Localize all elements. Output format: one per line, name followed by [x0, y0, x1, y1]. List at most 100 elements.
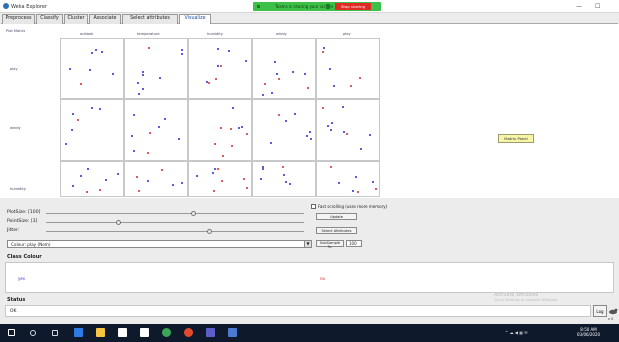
- matrix-cell-humidity-outlook[interactable]: [60, 161, 124, 197]
- scatter-point: [157, 125, 160, 128]
- scatter-point: [211, 172, 214, 175]
- log-button[interactable]: Log: [593, 305, 607, 317]
- colour-attribute-select[interactable]: Colour: play (Nom) ▼: [7, 240, 312, 248]
- share-pause-icon[interactable]: [326, 4, 330, 9]
- windows-start-icon[interactable]: [8, 329, 15, 336]
- office-icon[interactable]: [184, 328, 193, 337]
- scatter-point: [130, 135, 133, 138]
- matrix-panel-button[interactable]: Matrix Panel: [498, 134, 534, 143]
- tab-visualize[interactable]: Visualize: [179, 14, 211, 24]
- chrome-icon[interactable]: [162, 328, 171, 337]
- matrix-cell-humidity-windy[interactable]: [252, 161, 316, 197]
- scatter-point: [171, 184, 174, 187]
- matrix-cell-play-outlook[interactable]: [60, 38, 124, 99]
- scatter-point: [293, 112, 296, 115]
- scatter-point: [291, 71, 294, 74]
- plot-matrix-panel: Plot Matrix outlook temperature humidity…: [0, 24, 619, 222]
- edge-browser-icon[interactable]: [74, 328, 83, 337]
- scatter-point: [229, 127, 232, 130]
- store-icon[interactable]: [118, 328, 127, 337]
- matrix-cell-windy-outlook[interactable]: [60, 99, 124, 161]
- scatter-point: [330, 166, 333, 169]
- file-explorer-icon[interactable]: [96, 328, 105, 337]
- tab-preprocess[interactable]: Preprocess: [2, 14, 35, 24]
- scatter-point: [112, 73, 115, 76]
- matrix-cell-play-temperature[interactable]: [124, 38, 188, 99]
- tab-associate[interactable]: Associate: [89, 14, 121, 24]
- scatter-point: [333, 85, 336, 88]
- column-label-outlook: outlook: [80, 32, 94, 36]
- scatter-point: [285, 180, 288, 183]
- weka-icon[interactable]: [228, 328, 237, 337]
- taskbar: ^ ☁ ◀ ▦ ✉ 8:50 AM 03/06/2020: [0, 324, 619, 342]
- scatter-point: [72, 184, 75, 187]
- matrix-cell-windy-humidity[interactable]: [188, 99, 252, 161]
- minimize-icon[interactable]: —: [576, 3, 582, 10]
- matrix-cell-windy-windy[interactable]: [252, 99, 316, 161]
- system-tray-icons[interactable]: ^ ☁ ◀ ▦ ✉: [505, 330, 528, 335]
- scatter-point: [117, 173, 120, 176]
- tab-cluster[interactable]: Cluster: [64, 14, 88, 24]
- matrix-cell-play-play[interactable]: [316, 38, 380, 99]
- scatter-point: [91, 107, 94, 110]
- mail-icon[interactable]: [140, 328, 149, 337]
- matrix-cell-windy-temperature[interactable]: [124, 99, 188, 161]
- scatter-point: [147, 152, 150, 155]
- class-colour-yes[interactable]: yes: [18, 276, 25, 281]
- scatter-point: [98, 108, 101, 111]
- scatter-point: [137, 189, 140, 192]
- scatter-point: [101, 51, 104, 54]
- scatter-point: [213, 189, 216, 192]
- scatter-point: [322, 107, 325, 110]
- maximize-icon[interactable]: ☐: [595, 3, 600, 10]
- search-icon[interactable]: [30, 330, 36, 336]
- scatter-point: [230, 144, 233, 147]
- matrix-cell-windy-play[interactable]: [316, 99, 380, 161]
- scatter-point: [213, 168, 216, 171]
- scatter-point: [322, 50, 325, 53]
- scatter-point: [70, 128, 73, 131]
- column-label-windy: windy: [276, 32, 287, 36]
- scatter-point: [369, 133, 372, 136]
- subsample-input[interactable]: 100: [346, 240, 362, 247]
- colour-select-value: Colour: play (Nom): [11, 242, 51, 247]
- scatter-point: [330, 121, 333, 124]
- scatter-point: [104, 178, 107, 181]
- scatter-point: [372, 181, 375, 184]
- tab-select-attributes[interactable]: Select attributes: [122, 14, 178, 24]
- chevron-down-icon[interactable]: ▼: [304, 241, 311, 247]
- scatter-point: [259, 178, 262, 181]
- scatter-point: [141, 73, 144, 76]
- status-title: Status: [7, 297, 26, 303]
- matrix-cell-humidity-play[interactable]: [316, 161, 380, 197]
- jitter-slider[interactable]: [206, 229, 212, 234]
- scatter-point: [181, 49, 184, 52]
- column-label-humidity: humidity: [207, 32, 223, 36]
- scatter-point: [262, 168, 265, 171]
- taskbar-clock[interactable]: 8:50 AM 03/06/2020: [577, 327, 600, 337]
- teams-icon[interactable]: [206, 328, 215, 337]
- scatter-point: [91, 51, 94, 54]
- stop-sharing-button[interactable]: Stop sharing: [335, 3, 371, 10]
- update-button[interactable]: Update: [316, 213, 357, 220]
- matrix-cell-humidity-temperature[interactable]: [124, 161, 188, 197]
- scatter-point: [360, 148, 363, 151]
- status-text: OK: [10, 309, 17, 314]
- scatter-point: [77, 119, 80, 122]
- matrix-cell-humidity-humidity[interactable]: [188, 161, 252, 197]
- scatter-point: [342, 130, 345, 133]
- matrix-title: Plot Matrix: [6, 29, 26, 33]
- scatter-point: [217, 47, 220, 50]
- matrix-cell-play-humidity[interactable]: [188, 38, 252, 99]
- scatter-point: [326, 125, 329, 128]
- scatter-point: [308, 130, 311, 133]
- tab-classify[interactable]: Classify: [36, 14, 63, 24]
- screen-share-banner: Teams is sharing your screen Stop sharin…: [253, 2, 381, 11]
- class-colour-no[interactable]: no: [320, 276, 325, 281]
- share-indicator-icon: [257, 5, 260, 8]
- fast-scrolling-checkbox[interactable]: [311, 204, 316, 209]
- matrix-cell-play-windy[interactable]: [252, 38, 316, 99]
- task-view-icon[interactable]: [52, 330, 58, 336]
- title-bar: Weka Explorer Teams is sharing your scre…: [0, 0, 619, 13]
- select-attributes-button[interactable]: Select Attributes: [316, 227, 357, 234]
